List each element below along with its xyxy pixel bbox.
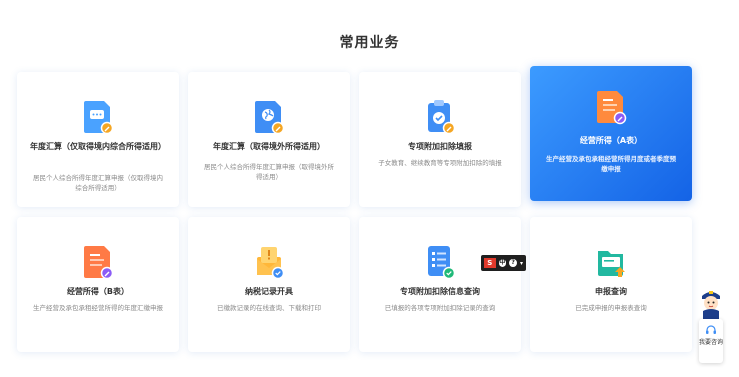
card-annual-domestic[interactable]: 年度汇算（仅取得境内综合所得适用） 居民个人综合所得年度汇算申报（仅取得境内综合… (17, 72, 179, 207)
list-query-icon (424, 243, 456, 281)
card-desc: 生产经营及承包承租经营所得月度或者季度预缴申报 (546, 155, 676, 173)
globe-doc-icon (253, 98, 285, 136)
police-mascot-icon (702, 291, 720, 319)
document-b-icon (82, 243, 114, 281)
toolbar-lang-button[interactable]: 中 (498, 259, 507, 267)
card-special-deduction-query[interactable]: 专项附加扣除信息查询 已填报的各项专项附加扣除记录的查询 (359, 217, 521, 352)
card-annual-overseas[interactable]: 年度汇算（取得境外所得适用） 居民个人综合所得年度汇算申报（取得境外所得适用） (188, 72, 350, 207)
section-title: 常用业务 (339, 35, 400, 51)
card-desc: 已缴款记录的在线查询、下载和打印 (217, 304, 321, 312)
folder-upload-icon (595, 243, 627, 281)
consult-bubble[interactable]: 我要咨询 (699, 319, 723, 363)
card-desc: 已填报的各项专项附加扣除记录的查询 (384, 304, 496, 312)
envelope-alert-icon (253, 243, 285, 281)
consult-label: 我要咨询 (699, 339, 724, 346)
card-title: 专项附加扣除填报 (408, 142, 472, 151)
card-title: 专项附加扣除信息查询 (400, 287, 480, 296)
toolbar-dropdown-icon[interactable]: ▾ (520, 260, 523, 267)
floating-toolbar[interactable]: S 中 ? ▾ (481, 255, 526, 271)
document-a-icon (595, 88, 627, 126)
card-title: 年度汇算（取得境外所得适用） (213, 142, 325, 151)
card-business-income-a[interactable]: 经营所得（A表） 生产经营及承包承租经营所得月度或者季度预缴申报 (530, 66, 692, 201)
card-declaration-query[interactable]: 申报查询 已完成申报的申报表查询 (530, 217, 692, 352)
card-tax-record[interactable]: 纳税记录开具 已缴款记录的在线查询、下载和打印 (188, 217, 350, 352)
card-desc: 生产经营及承包承租经营所得的年度汇缴申报 (33, 304, 163, 312)
card-desc: 子女教育、继续教育等专项附加扣除的填报 (378, 159, 502, 167)
s-logo-icon[interactable]: S (484, 258, 496, 268)
card-business-income-b[interactable]: 经营所得（B表） 生产经营及承包承租经营所得的年度汇缴申报 (17, 217, 179, 352)
consult-assistant[interactable]: 我要咨询 (697, 287, 725, 365)
doc-chat-icon (82, 98, 114, 136)
toolbar-help-button[interactable]: ? (509, 259, 517, 267)
card-title: 申报查询 (595, 287, 627, 296)
card-desc: 居民个人综合所得年度汇算申报（仅取得境内综合所得适用） (33, 174, 163, 192)
headset-icon (706, 325, 716, 334)
card-title: 年度汇算（仅取得境内综合所得适用） (30, 142, 166, 151)
card-desc: 居民个人综合所得年度汇算申报（取得境外所得适用） (204, 163, 334, 181)
clipboard-check-icon (424, 98, 456, 136)
card-desc: 已完成申报的申报表查询 (575, 304, 647, 312)
card-title: 经营所得（B表） (66, 287, 130, 296)
card-special-deduction-fill[interactable]: 专项附加扣除填报 子女教育、继续教育等专项附加扣除的填报 (359, 72, 521, 207)
card-title: 纳税记录开具 (245, 287, 293, 296)
card-title: 经营所得（A表） (579, 136, 643, 145)
